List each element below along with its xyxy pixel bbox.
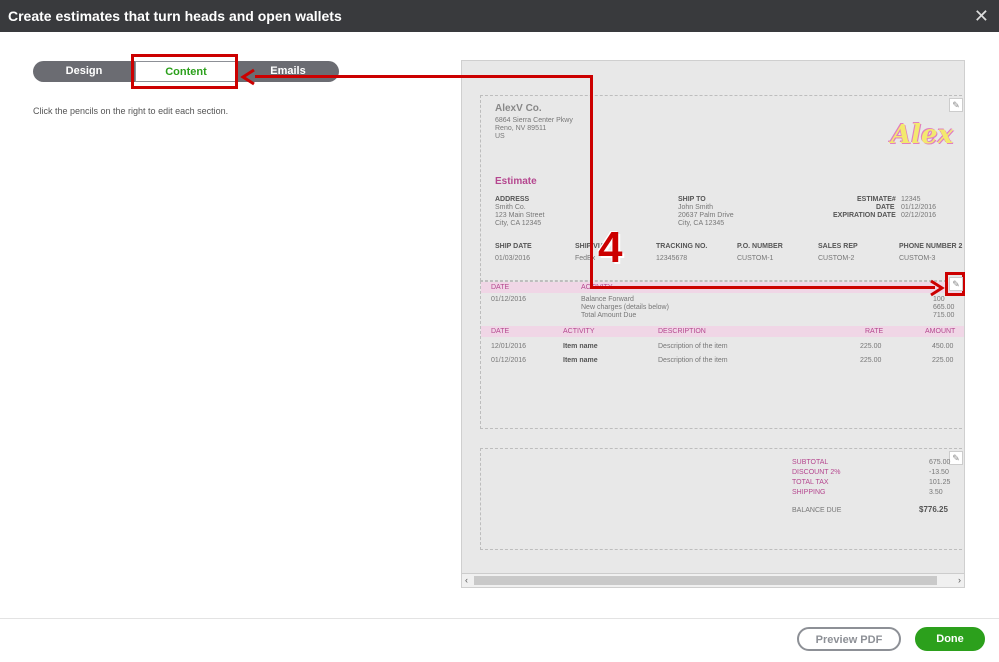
ship-value: CUSTOM-2 — [818, 255, 855, 262]
ship-value: CUSTOM-3 — [899, 255, 936, 262]
summary-amount: 665.00 — [933, 304, 955, 311]
summary-line: Balance Forward — [581, 296, 634, 303]
annotation-line — [590, 76, 593, 288]
arrowhead-right-icon — [930, 279, 945, 297]
expiration-date-label: EXPIRATION DATE — [833, 212, 896, 219]
edit-totals-pencil-icon[interactable]: ✎ — [949, 451, 963, 465]
horizontal-scrollbar[interactable]: ‹ › — [462, 573, 964, 587]
ship-to-line: John Smith — [678, 204, 714, 211]
column-header: DESCRIPTION — [658, 328, 706, 335]
total-tax-label: TOTAL TAX — [792, 479, 829, 486]
line-items-section[interactable]: DATE ACTIVITY 01/12/2016 Balance Forward… — [480, 281, 964, 429]
highlight-content-tab — [131, 54, 238, 89]
ship-header: SHIP DATE — [495, 243, 532, 250]
subtotal-label: SUBTOTAL — [792, 459, 829, 466]
column-header: AMOUNT — [925, 328, 956, 335]
shipping-value: 3.50 — [929, 489, 943, 496]
done-button[interactable]: Done — [915, 627, 985, 651]
line-amount: 225.00 — [932, 357, 954, 364]
company-address-line: Reno, NV 89511 — [495, 125, 547, 132]
ship-header: P.O. NUMBER — [737, 243, 783, 250]
column-header: RATE — [865, 328, 884, 335]
estimate-page: ✎ AlexV Co. 6864 Sierra Center Pkwy Reno… — [480, 95, 964, 551]
date-value: 01/12/2016 — [901, 204, 937, 211]
summary-amount: 715.00 — [933, 312, 955, 319]
annotation-line — [255, 75, 593, 78]
line-activity: Item name — [563, 343, 598, 350]
company-logo: Alex — [891, 120, 954, 150]
annotation-line — [590, 286, 935, 289]
expiration-date-value: 02/12/2016 — [901, 212, 937, 219]
window-title: Create estimates that turn heads and ope… — [8, 8, 342, 24]
title-bar: Create estimates that turn heads and ope… — [0, 0, 999, 32]
shipping-label: SHIPPING — [792, 489, 826, 496]
summary-date: 01/12/2016 — [491, 296, 527, 303]
ship-header: TRACKING NO. — [656, 243, 708, 250]
discount-value: -13.50 — [929, 469, 949, 476]
address-line: Smith Co. — [495, 204, 526, 211]
address-line: 123 Main Street — [495, 212, 545, 219]
subtotal-value: 675.00 — [929, 459, 951, 466]
arrowhead-left-icon — [240, 68, 255, 86]
date-label: DATE — [876, 204, 895, 211]
estimate-number-value: 12345 — [901, 196, 921, 203]
line-items-header-bar — [481, 326, 964, 337]
instruction-text: Click the pencils on the right to edit e… — [33, 106, 229, 116]
column-header: ACTIVITY — [563, 328, 595, 335]
scroll-left-icon[interactable]: ‹ — [465, 574, 468, 587]
preview-pdf-button[interactable]: Preview PDF — [797, 627, 901, 651]
line-description: Description of the item — [658, 357, 728, 364]
balance-due-label: BALANCE DUE — [792, 507, 842, 514]
total-tax-value: 101.25 — [929, 479, 951, 486]
ship-value: 12345678 — [656, 255, 688, 262]
ship-to-line: 20637 Palm Drive — [678, 212, 734, 219]
ship-header: PHONE NUMBER 2 — [899, 243, 963, 250]
ship-to-line: City, CA 12345 — [678, 220, 725, 227]
company-name: AlexV Co. — [495, 103, 542, 114]
address-line: City, CA 12345 — [495, 220, 542, 227]
edit-items-pencil-icon[interactable]: ✎ — [949, 277, 963, 291]
ship-value: 01/03/2016 — [495, 255, 531, 262]
summary-line: Total Amount Due — [581, 312, 637, 319]
estimate-preview: ✎ AlexV Co. 6864 Sierra Center Pkwy Reno… — [461, 60, 965, 588]
line-activity: Item name — [563, 357, 598, 364]
close-icon[interactable]: ✕ — [974, 6, 989, 27]
discount-label: DISCOUNT 2% — [792, 469, 841, 476]
scroll-right-icon[interactable]: › — [958, 574, 961, 587]
company-address-line: 6864 Sierra Center Pkwy — [495, 117, 573, 124]
line-date: 01/12/2016 — [491, 357, 527, 364]
estimate-number-label: ESTIMATE# — [857, 196, 896, 203]
step-number-callout: 4 — [598, 223, 623, 272]
highlight-edit-pencil: ✎ — [945, 272, 965, 296]
edit-header-pencil-icon[interactable]: ✎ — [949, 98, 963, 112]
line-description: Description of the item — [658, 343, 728, 350]
footer-bar: Preview PDF Done — [0, 618, 999, 662]
tab-design[interactable]: Design — [33, 61, 135, 82]
ship-to-label: SHIP TO — [678, 196, 706, 203]
ship-header: SALES REP — [818, 243, 858, 250]
summary-date-header: DATE — [491, 284, 510, 291]
scrollbar-thumb[interactable] — [474, 576, 937, 585]
line-rate: 225.00 — [860, 357, 882, 364]
document-title: Estimate — [495, 176, 537, 187]
line-date: 12/01/2016 — [491, 343, 527, 350]
line-rate: 225.00 — [860, 343, 882, 350]
totals-section[interactable]: ✎ SUBTOTAL 675.00 DISCOUNT 2% -13.50 TOT… — [480, 448, 964, 550]
summary-amount: 100 — [933, 296, 945, 303]
header-section[interactable]: ✎ AlexV Co. 6864 Sierra Center Pkwy Reno… — [480, 95, 964, 281]
summary-line: New charges (details below) — [581, 304, 669, 311]
balance-due-value: $776.25 — [919, 505, 948, 514]
address-label: ADDRESS — [495, 196, 530, 203]
column-header: DATE — [491, 328, 510, 335]
company-address-line: US — [495, 133, 505, 140]
ship-value: CUSTOM-1 — [737, 255, 774, 262]
line-amount: 450.00 — [932, 343, 954, 350]
